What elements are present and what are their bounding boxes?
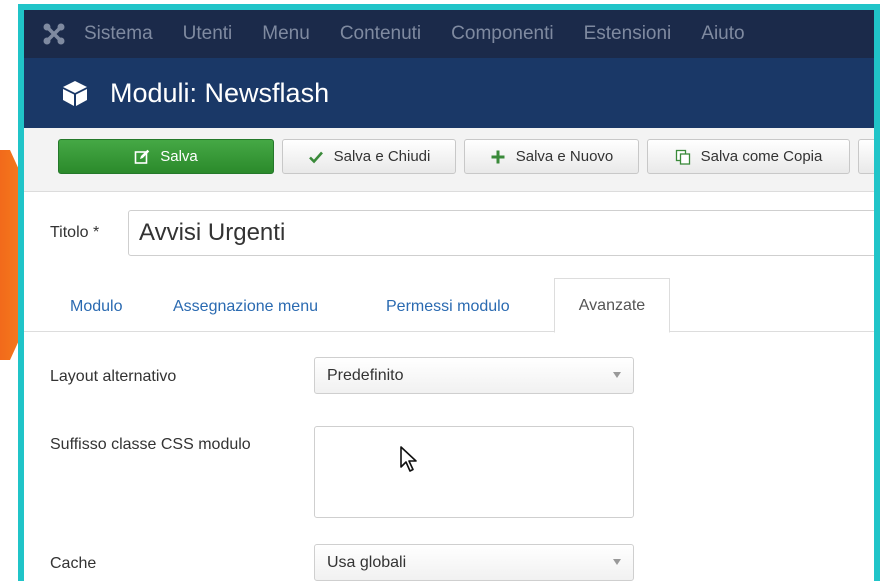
save-button[interactable]: Salva	[58, 139, 274, 174]
tab-assegnazione-menu[interactable]: Assegnazione menu	[173, 298, 318, 316]
css-suffix-label: Suffisso classe CSS modulo	[50, 436, 251, 453]
plus-icon	[490, 149, 506, 165]
chevron-down-icon	[613, 559, 621, 565]
save-button-label: Salva	[160, 148, 198, 165]
cache-label: Cache	[50, 555, 97, 572]
tab-modulo[interactable]: Modulo	[70, 298, 122, 316]
layout-label: Layout alternativo	[50, 368, 177, 385]
page-header: Moduli: Newsflash	[24, 58, 874, 128]
copy-icon	[675, 149, 691, 165]
chevron-down-icon	[613, 372, 621, 378]
app-window: Sistema Utenti Menu Contenuti Componenti…	[18, 4, 880, 581]
check-icon	[308, 149, 324, 165]
save-copy-button[interactable]: Salva come Copia	[647, 139, 850, 174]
toolbar: Salva Salva e Chiudi Salva e Nuovo Salva…	[24, 128, 874, 192]
tab-permessi-modulo[interactable]: Permessi modulo	[386, 298, 510, 316]
menu-item-menu[interactable]: Menu	[262, 23, 310, 45]
mouse-pointer-icon	[400, 446, 417, 472]
cache-select-value: Usa globali	[327, 553, 407, 571]
title-input[interactable]: Avvisi Urgenti	[128, 210, 874, 256]
page-title: Moduli: Newsflash	[110, 77, 330, 108]
menu-item-estensioni[interactable]: Estensioni	[584, 23, 672, 45]
cube-icon	[63, 81, 87, 106]
cache-select[interactable]: Usa globali	[314, 544, 634, 581]
toolbar-more-button[interactable]	[858, 139, 874, 174]
save-new-button[interactable]: Salva e Nuovo	[464, 139, 639, 174]
edit-icon	[134, 149, 150, 165]
save-new-label: Salva e Nuovo	[515, 148, 614, 165]
css-suffix-textarea[interactable]	[314, 426, 634, 518]
menu-item-aiuto[interactable]: Aiuto	[701, 23, 744, 45]
joomla-logo-icon[interactable]	[24, 10, 84, 58]
save-close-button[interactable]: Salva e Chiudi	[282, 139, 456, 174]
top-menu-bar: Sistema Utenti Menu Contenuti Componenti…	[24, 10, 874, 58]
tab-bar: Modulo Assegnazione menu Permessi modulo…	[24, 278, 874, 333]
layout-select[interactable]: Predefinito	[314, 357, 634, 394]
menu-item-contenuti[interactable]: Contenuti	[340, 23, 421, 45]
menu-item-componenti[interactable]: Componenti	[451, 23, 553, 45]
menu-item-utenti[interactable]: Utenti	[183, 23, 233, 45]
save-copy-label: Salva come Copia	[700, 148, 823, 165]
title-label: Titolo *	[50, 224, 100, 241]
tab-avanzate[interactable]: Avanzate	[554, 278, 670, 333]
save-close-label: Salva e Chiudi	[333, 148, 431, 165]
menu-item-sistema[interactable]: Sistema	[84, 23, 153, 45]
layout-select-value: Predefinito	[327, 366, 404, 384]
